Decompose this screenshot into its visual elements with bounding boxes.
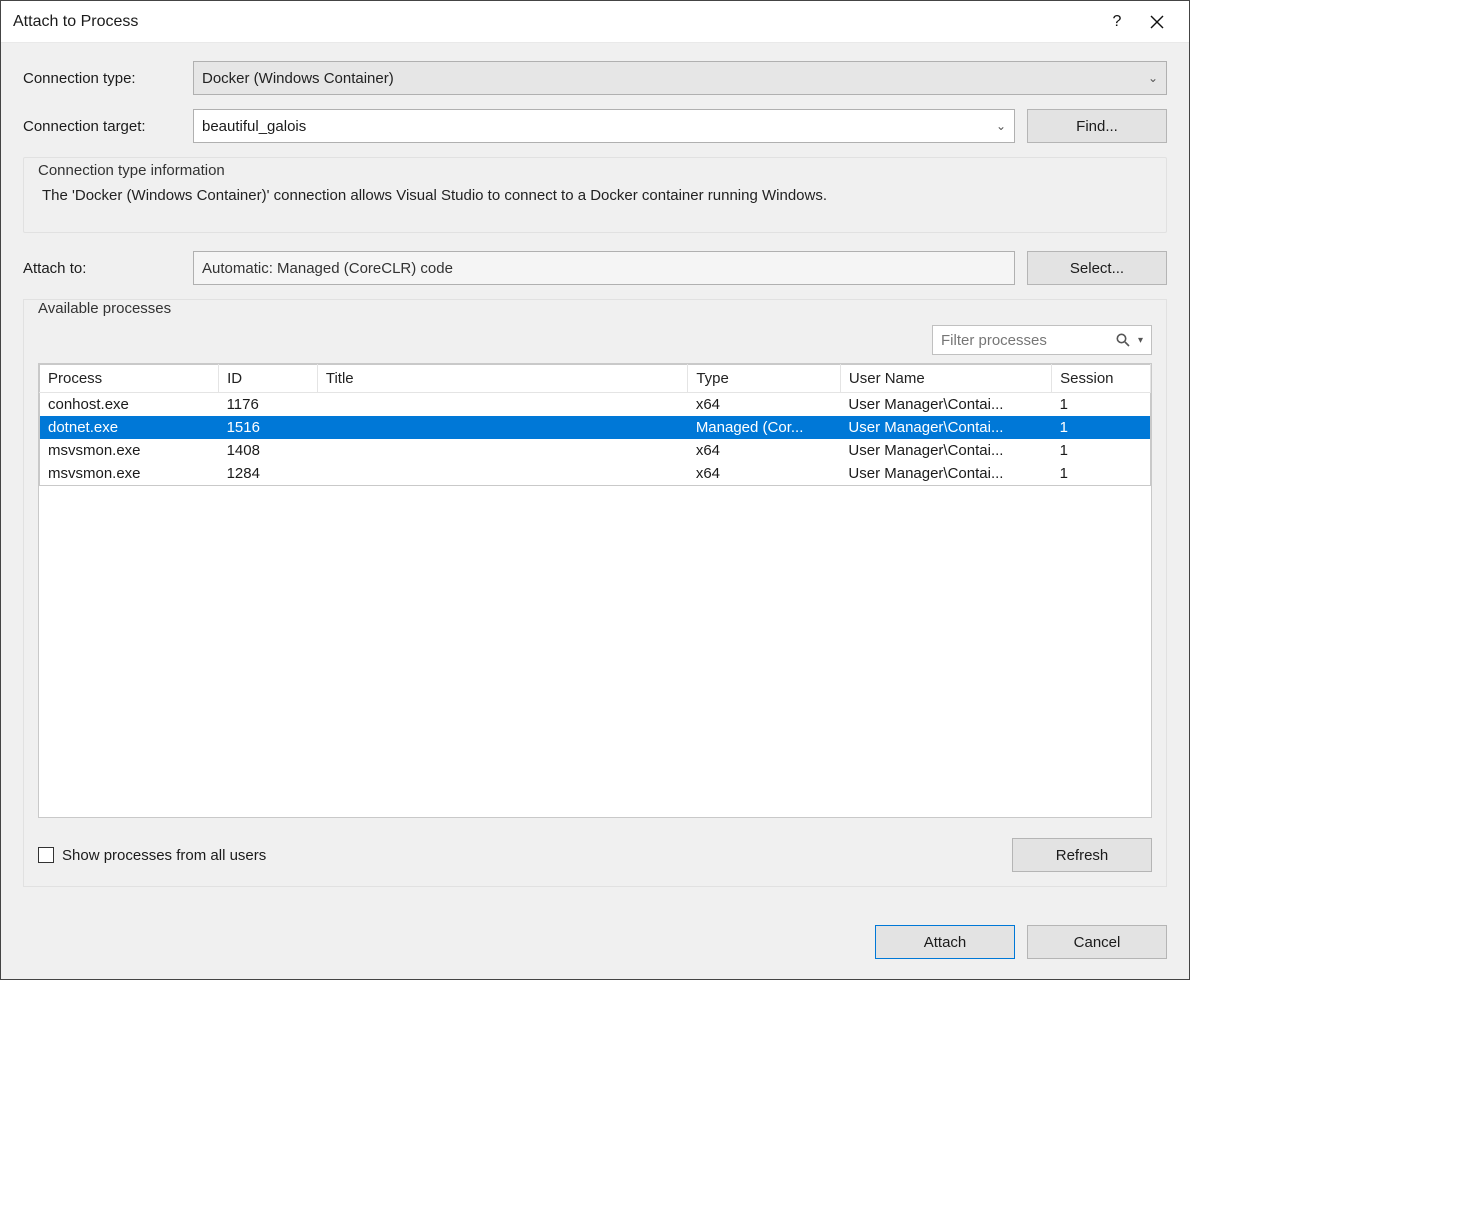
cell-title (317, 393, 687, 417)
col-title[interactable]: Title (317, 365, 687, 393)
chevron-down-icon: ⌄ (1148, 71, 1158, 85)
cell-user: User Manager\Contai... (840, 416, 1051, 439)
attach-to-label: Attach to: (23, 260, 193, 277)
cell-id: 1176 (219, 393, 318, 417)
select-button[interactable]: Select... (1027, 251, 1167, 285)
col-user[interactable]: User Name (840, 365, 1051, 393)
col-session[interactable]: Session (1052, 365, 1151, 393)
cell-session: 1 (1052, 393, 1151, 417)
dialog-footer: Attach Cancel (1, 905, 1189, 979)
cell-process: msvsmon.exe (40, 439, 219, 462)
window-title: Attach to Process (13, 13, 1097, 31)
checkbox-box (38, 847, 54, 863)
cell-process: dotnet.exe (40, 416, 219, 439)
filter-processes-input[interactable]: Filter processes ▾ (932, 325, 1152, 355)
cell-id: 1516 (219, 416, 318, 439)
connection-type-label: Connection type: (23, 70, 193, 87)
cell-type: Managed (Cor... (688, 416, 841, 439)
table-row[interactable]: msvsmon.exe1284 x64User Manager\Contai...… (40, 462, 1151, 486)
search-icon (1114, 331, 1132, 349)
process-table: Process ID Title Type User Name Session … (38, 363, 1152, 818)
cell-user: User Manager\Contai... (840, 462, 1051, 486)
help-button[interactable]: ? (1097, 2, 1137, 42)
cell-process: msvsmon.exe (40, 462, 219, 486)
chevron-down-icon: ⌄ (996, 119, 1006, 133)
col-process[interactable]: Process (40, 365, 219, 393)
cell-user: User Manager\Contai... (840, 439, 1051, 462)
show-all-users-checkbox[interactable]: Show processes from all users (38, 847, 266, 864)
available-processes-group: Available processes Filter processes ▾ (23, 299, 1167, 887)
cell-title (317, 439, 687, 462)
filter-dropdown-icon[interactable]: ▾ (1138, 335, 1143, 346)
available-processes-legend: Available processes (34, 300, 1152, 317)
close-button[interactable] (1137, 2, 1177, 42)
process-table-header[interactable]: Process ID Title Type User Name Session (40, 365, 1151, 393)
cell-session: 1 (1052, 462, 1151, 486)
show-all-users-label: Show processes from all users (62, 847, 266, 864)
connection-type-info-text: The 'Docker (Windows Container)' connect… (34, 181, 1156, 204)
attach-to-value: Automatic: Managed (CoreCLR) code (202, 260, 453, 277)
attach-button[interactable]: Attach (875, 925, 1015, 959)
cell-id: 1408 (219, 439, 318, 462)
cell-process: conhost.exe (40, 393, 219, 417)
cancel-button[interactable]: Cancel (1027, 925, 1167, 959)
connection-type-info-legend: Connection type information (34, 162, 229, 179)
col-id[interactable]: ID (219, 365, 318, 393)
cell-type: x64 (688, 462, 841, 486)
col-type[interactable]: Type (688, 365, 841, 393)
filter-placeholder: Filter processes (941, 332, 1108, 349)
cell-title (317, 462, 687, 486)
table-row[interactable]: dotnet.exe1516 Managed (Cor...User Manage… (40, 416, 1151, 439)
connection-target-input[interactable]: beautiful_galois ⌄ (193, 109, 1015, 143)
cell-session: 1 (1052, 416, 1151, 439)
connection-target-label: Connection target: (23, 118, 193, 135)
table-row[interactable]: msvsmon.exe1408 x64User Manager\Contai...… (40, 439, 1151, 462)
connection-target-value: beautiful_galois (202, 118, 306, 135)
cell-type: x64 (688, 439, 841, 462)
refresh-button[interactable]: Refresh (1012, 838, 1152, 872)
cell-session: 1 (1052, 439, 1151, 462)
cell-title (317, 416, 687, 439)
cell-user: User Manager\Contai... (840, 393, 1051, 417)
connection-type-info-group: Connection type information The 'Docker … (23, 157, 1167, 233)
cell-type: x64 (688, 393, 841, 417)
connection-type-dropdown[interactable]: Docker (Windows Container) ⌄ (193, 61, 1167, 95)
close-icon (1150, 15, 1164, 29)
attach-to-field: Automatic: Managed (CoreCLR) code (193, 251, 1015, 285)
titlebar: Attach to Process ? (1, 1, 1189, 43)
find-button[interactable]: Find... (1027, 109, 1167, 143)
table-row[interactable]: conhost.exe1176 x64User Manager\Contai...… (40, 393, 1151, 417)
connection-type-value: Docker (Windows Container) (202, 70, 394, 87)
cell-id: 1284 (219, 462, 318, 486)
attach-to-process-dialog: Attach to Process ? Connection type: Doc… (0, 0, 1190, 980)
